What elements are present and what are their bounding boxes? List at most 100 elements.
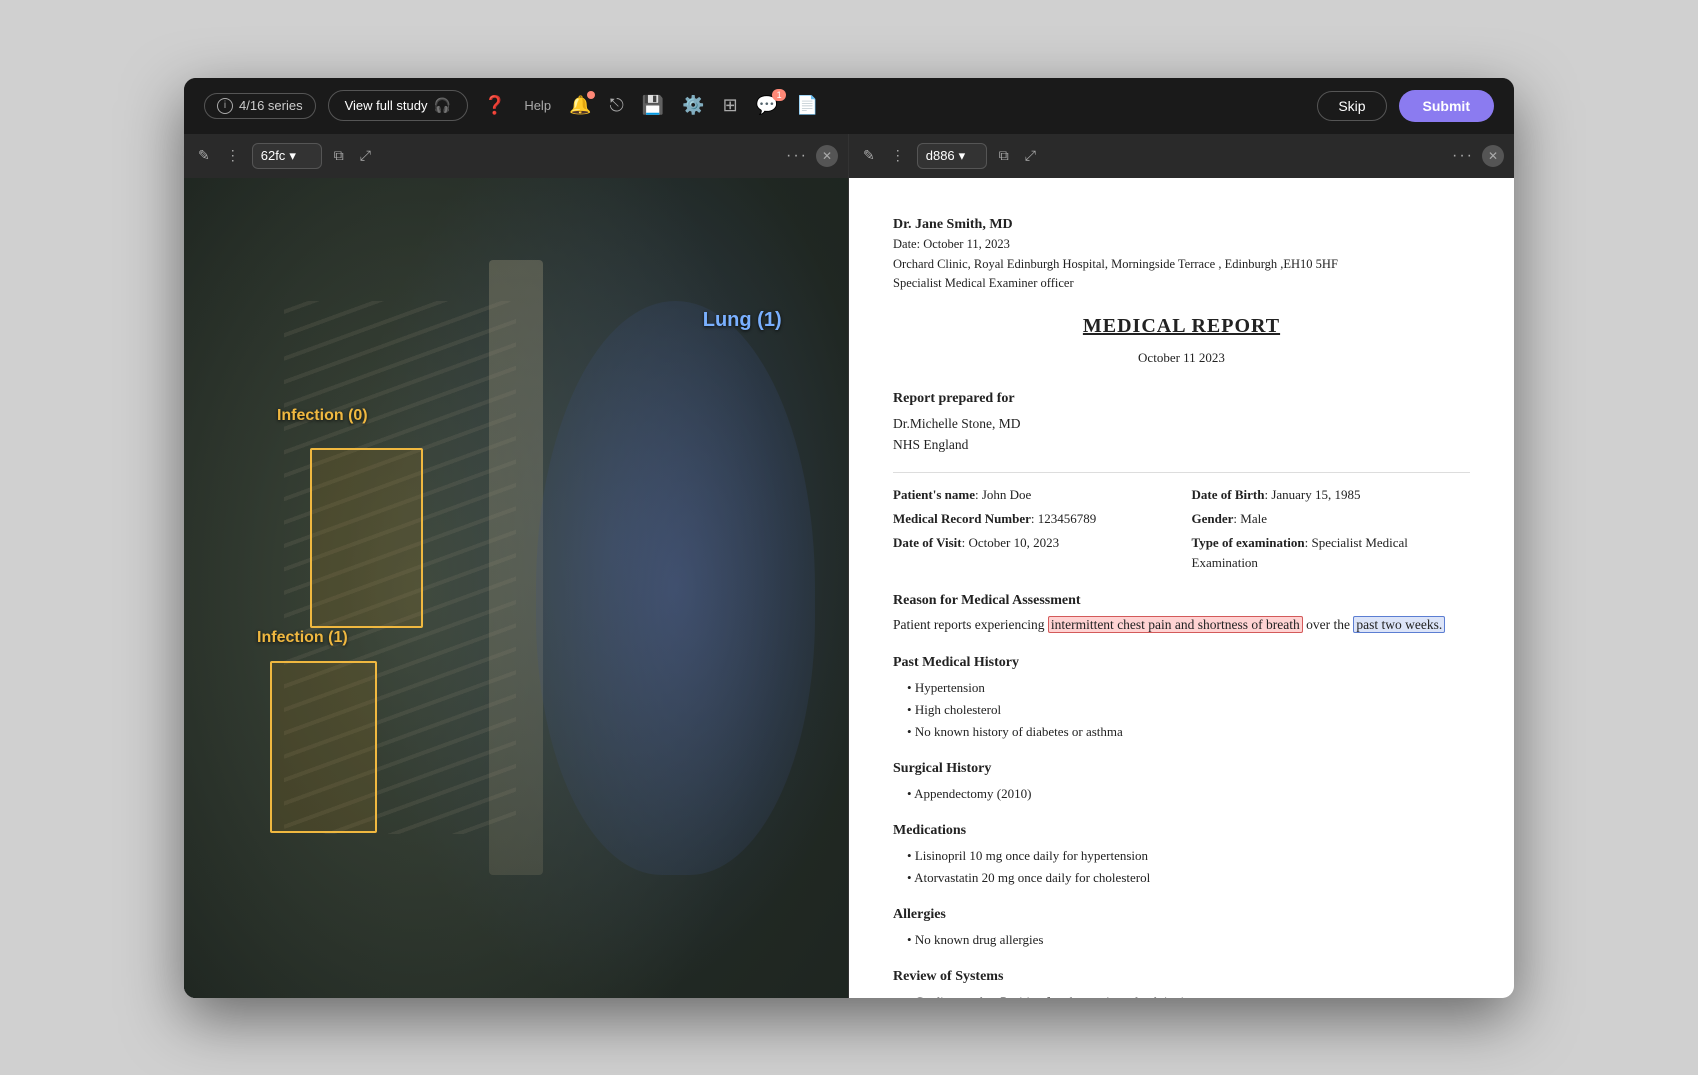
prepared-for-label: Report prepared for: [893, 388, 1470, 410]
patient-name-label: Patient's name: [893, 487, 975, 502]
xray-lung-highlight: [536, 301, 815, 875]
infection-box-upper: [310, 448, 423, 628]
copy-icon-right[interactable]: ⧉: [995, 143, 1013, 168]
edit-icon[interactable]: ✎: [194, 143, 214, 168]
edit-icon-right[interactable]: ✎: [859, 143, 879, 168]
prepared-for-section: Report prepared for Dr.Michelle Stone, M…: [893, 388, 1470, 456]
exam-type-row: Type of examination: Specialist Medical …: [1192, 533, 1471, 573]
exam-type-label: Type of examination: [1192, 535, 1305, 550]
series-badge[interactable]: i 4/16 series: [204, 93, 316, 119]
document-container[interactable]: Dr. Jane Smith, MD Date: October 11, 202…: [849, 178, 1514, 998]
view-full-study-button[interactable]: View full study 🎧: [328, 90, 468, 121]
divider-1: [893, 472, 1470, 473]
mrn-label: Medical Record Number: [893, 511, 1031, 526]
help-icon[interactable]: ❓: [484, 95, 506, 116]
past-history-section: Past Medical History Hypertension High c…: [893, 652, 1470, 742]
copy-icon[interactable]: ⧉: [330, 143, 348, 168]
surgical-list: Appendectomy (2010): [893, 784, 1470, 804]
dob-label: Date of Birth: [1192, 487, 1265, 502]
right-panel: ✎ ⋮ d886 ▾ ⧉ ⤢ ··· ✕ Dr. Jane Smith, MD: [849, 134, 1514, 998]
doc-report-date: October 11 2023: [893, 348, 1470, 368]
more-icon-right[interactable]: ⋮: [887, 143, 909, 168]
review-title: Review of Systems: [893, 966, 1470, 988]
prepared-for-doctor: Dr.Michelle Stone, MD: [893, 414, 1470, 435]
main-content: ✎ ⋮ 62fc ▾ ⧉ ⤢ ··· ✕ Lung (1): [184, 134, 1514, 998]
doc-header: Dr. Jane Smith, MD Date: October 11, 202…: [893, 214, 1470, 294]
save-icon[interactable]: 💾: [642, 95, 664, 116]
settings-icon[interactable]: ⚙️: [682, 95, 704, 116]
help-label: Help: [524, 98, 551, 113]
submit-button[interactable]: Submit: [1399, 90, 1494, 122]
gender-label: Gender: [1192, 511, 1234, 526]
app-window: i 4/16 series View full study 🎧 ❓ Help 🔔…: [184, 78, 1514, 998]
expand-icon[interactable]: ⤢: [356, 143, 375, 168]
left-selector-value: 62fc: [261, 148, 286, 163]
past-history-list: Hypertension High cholesterol No known h…: [893, 678, 1470, 742]
reason-highlight-red: intermittent chest pain and shortness of…: [1048, 616, 1303, 633]
left-panel: ✎ ⋮ 62fc ▾ ⧉ ⤢ ··· ✕ Lung (1): [184, 134, 849, 998]
review-list: Cardiovascular: Positive for chest pain …: [893, 992, 1470, 998]
more-dots-right[interactable]: ···: [1452, 147, 1474, 165]
bell-icon[interactable]: 🔔: [569, 95, 591, 116]
grid-icon[interactable]: ⊞: [723, 95, 738, 116]
medications-section: Medications Lisinopril 10 mg once daily …: [893, 820, 1470, 888]
surgical-section: Surgical History Appendectomy (2010): [893, 758, 1470, 804]
view-full-study-label: View full study: [345, 98, 428, 113]
reason-text-before: Patient reports experiencing: [893, 617, 1048, 632]
infection-label-lower: Infection (1): [257, 629, 348, 647]
outer-container: i 4/16 series View full study 🎧 ❓ Help 🔔…: [0, 0, 1698, 1075]
surgical-title: Surgical History: [893, 758, 1470, 780]
gender-value: Male: [1240, 511, 1267, 526]
topbar-icons: ❓ Help 🔔 ⎋ 💾 ⚙️ ⊞ 💬 1 📄: [484, 95, 819, 116]
allergies-title: Allergies: [893, 904, 1470, 926]
patient-name-row: Patient's name: John Doe: [893, 485, 1172, 505]
doc-address: Orchard Clinic, Royal Edinburgh Hospital…: [893, 255, 1470, 274]
reason-highlight-blue: past two weeks.: [1353, 616, 1445, 633]
skip-button[interactable]: Skip: [1317, 91, 1386, 121]
close-left-panel[interactable]: ✕: [816, 145, 838, 167]
list-item: No known drug allergies: [907, 930, 1470, 950]
list-item: Lisinopril 10 mg once daily for hyperten…: [907, 846, 1470, 866]
list-item: Hypertension: [907, 678, 1470, 698]
infection-label-upper: Infection (0): [277, 407, 368, 425]
reason-section: Reason for Medical Assessment Patient re…: [893, 590, 1470, 637]
series-label: 4/16 series: [239, 98, 303, 113]
lung-label: Lung (1): [703, 309, 782, 332]
info-icon: i: [217, 98, 233, 114]
review-section: Review of Systems Cardiovascular: Positi…: [893, 966, 1470, 998]
xray-viewer[interactable]: Lung (1) Infection (0) Infection (1): [184, 178, 848, 998]
patient-name-value: John Doe: [982, 487, 1031, 502]
more-dots-left[interactable]: ···: [786, 147, 808, 165]
share-icon[interactable]: ⎋: [609, 95, 623, 116]
list-item: High cholesterol: [907, 700, 1470, 720]
dob-value: January 15, 1985: [1271, 487, 1360, 502]
reason-text-between: over the: [1303, 617, 1354, 632]
left-toolbar: ✎ ⋮ 62fc ▾ ⧉ ⤢ ··· ✕: [184, 134, 848, 178]
chat-badge: 1: [772, 89, 786, 101]
reason-title: Reason for Medical Assessment: [893, 590, 1470, 612]
more-icon-left[interactable]: ⋮: [222, 143, 244, 168]
reason-text: Patient reports experiencing intermitten…: [893, 615, 1470, 636]
dov-row: Date of Visit: October 10, 2023: [893, 533, 1172, 573]
chevron-down-icon: ▾: [289, 148, 296, 164]
allergies-section: Allergies No known drug allergies: [893, 904, 1470, 950]
close-right-panel[interactable]: ✕: [1482, 145, 1504, 167]
dob-row: Date of Birth: January 15, 1985: [1192, 485, 1471, 505]
expand-icon-right[interactable]: ⤢: [1021, 143, 1040, 168]
doc-date-line: Date: October 11, 2023: [893, 235, 1470, 254]
document-content: Dr. Jane Smith, MD Date: October 11, 202…: [849, 178, 1514, 998]
document-icon[interactable]: 📄: [796, 95, 818, 116]
chat-icon[interactable]: 💬 1: [756, 95, 778, 116]
list-item: No known history of diabetes or asthma: [907, 722, 1470, 742]
patient-info-grid: Patient's name: John Doe Date of Birth: …: [893, 485, 1470, 574]
chevron-down-icon-right: ▾: [959, 148, 966, 164]
right-panel-selector[interactable]: d886 ▾: [917, 143, 987, 169]
prepared-for-org: NHS England: [893, 435, 1470, 456]
medications-title: Medications: [893, 820, 1470, 842]
left-panel-selector[interactable]: 62fc ▾: [252, 143, 322, 169]
top-bar: i 4/16 series View full study 🎧 ❓ Help 🔔…: [184, 78, 1514, 134]
mrn-value: 123456789: [1038, 511, 1097, 526]
skip-label: Skip: [1338, 98, 1365, 114]
list-item: Appendectomy (2010): [907, 784, 1470, 804]
right-selector-value: d886: [926, 148, 955, 163]
